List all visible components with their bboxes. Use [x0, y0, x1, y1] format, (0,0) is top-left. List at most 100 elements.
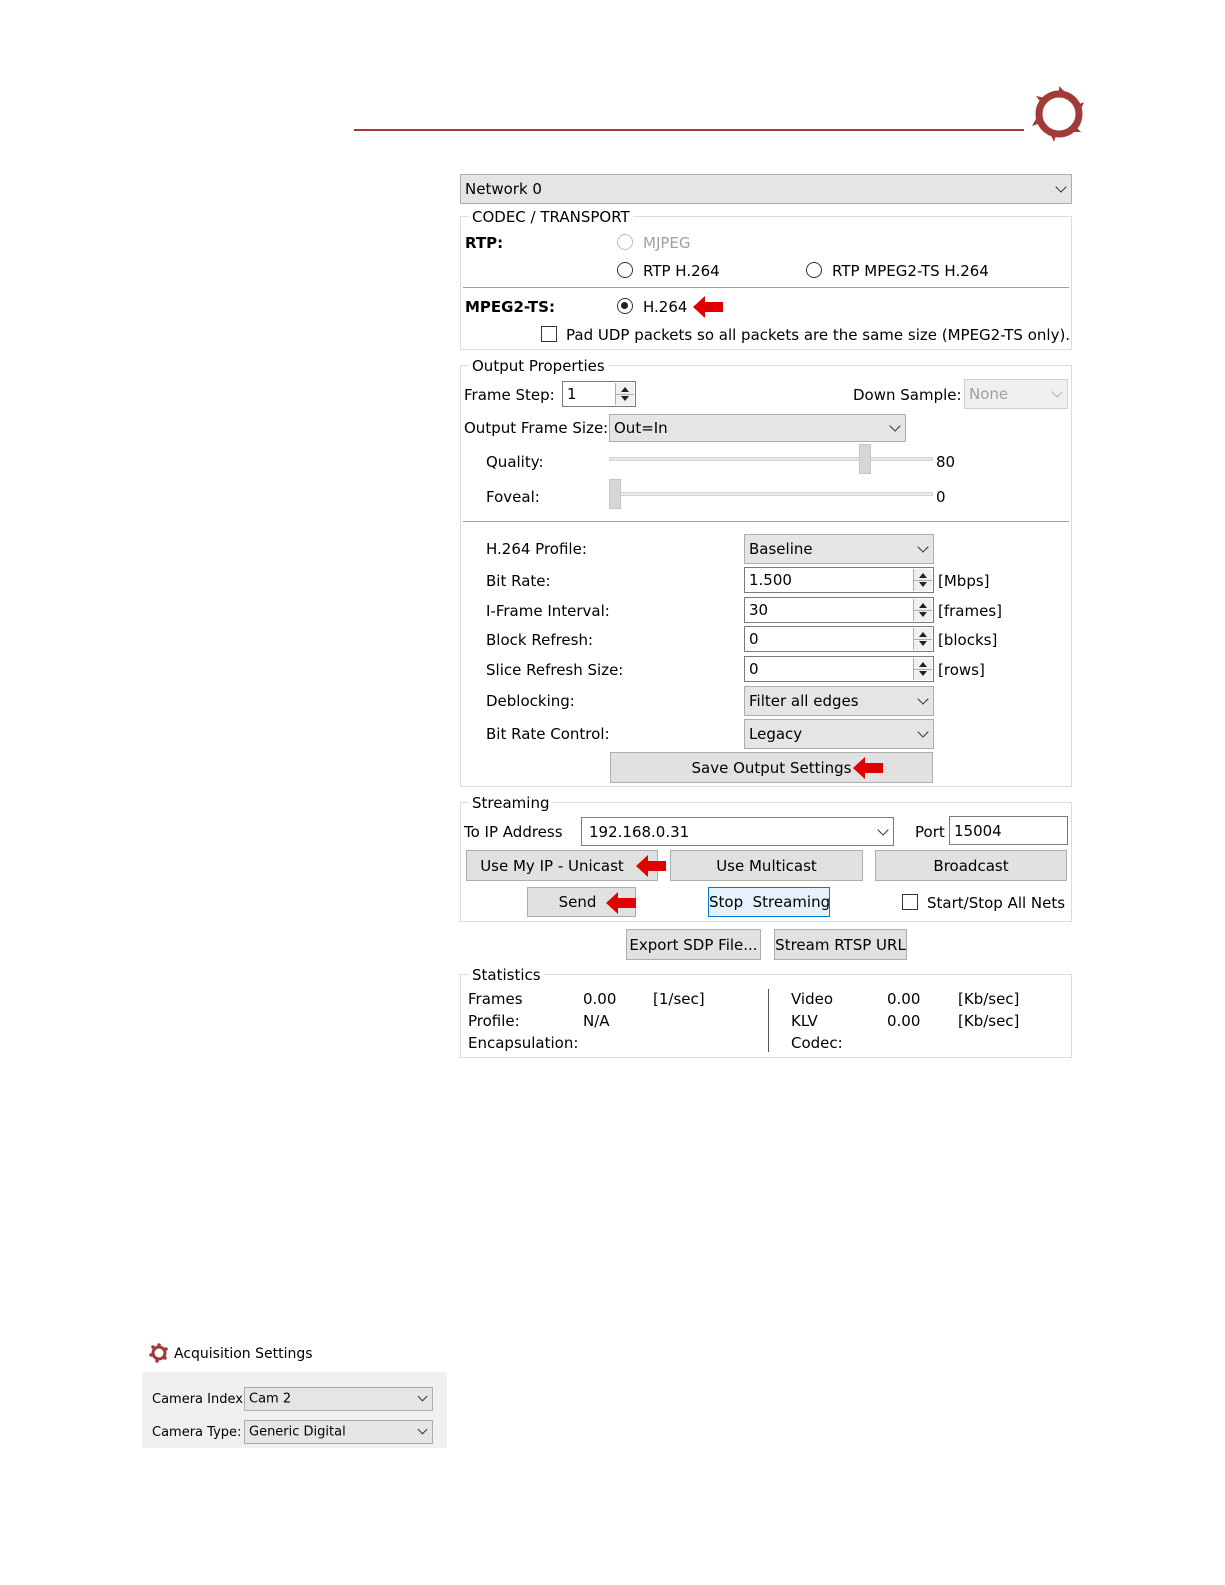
output-frame-size-label: Output Frame Size:	[464, 419, 609, 437]
use-my-ip-unicast-button[interactable]: Use My IP - Unicast	[466, 850, 658, 881]
h264-profile-value: Baseline	[749, 540, 813, 558]
block-refresh-spinner[interactable]: 0	[744, 626, 934, 652]
quality-value: 80	[936, 453, 956, 471]
chevron-down-icon	[1051, 386, 1063, 398]
codec-label: Codec:	[791, 1034, 843, 1052]
rtp-mpeg2ts-h264-radio[interactable]	[806, 262, 822, 278]
start-stop-all-nets-label: Start/Stop All Nets	[927, 894, 1066, 912]
use-multicast-button[interactable]: Use Multicast	[670, 850, 863, 881]
block-refresh-value: 0	[749, 630, 759, 648]
quality-slider-track[interactable]	[609, 457, 933, 461]
video-label: Video	[791, 990, 834, 1008]
header-divider	[354, 129, 1024, 131]
bit-rate-label: Bit Rate:	[486, 572, 551, 590]
down-sample-select[interactable]: None	[964, 379, 1068, 409]
output-frame-size-select[interactable]: Out=In	[609, 414, 906, 442]
down-sample-label: Down Sample:	[853, 386, 962, 404]
mjpeg-label: MJPEG	[643, 234, 691, 252]
bit-rate-spinner[interactable]: 1.500	[744, 567, 934, 593]
bit-rate-unit: [Mbps]	[938, 572, 990, 590]
frame-step-spinner[interactable]: 1	[562, 381, 636, 407]
mpeg2ts-h264-radio[interactable]	[617, 298, 633, 314]
spinner-buttons[interactable]	[913, 658, 932, 680]
mpeg2ts-label: MPEG2-TS:	[465, 298, 555, 316]
profile-value: N/A	[583, 1012, 610, 1030]
iframe-interval-spinner[interactable]: 30	[744, 597, 934, 623]
save-output-settings-label: Save Output Settings	[691, 758, 852, 777]
rtp-h264-label: RTP H.264	[643, 262, 720, 280]
quality-slider-thumb[interactable]	[859, 444, 871, 474]
use-multicast-label: Use Multicast	[716, 856, 817, 875]
klv-value: 0.00	[887, 1012, 921, 1030]
streaming-group-label: Streaming	[469, 794, 553, 812]
use-my-ip-unicast-label: Use My IP - Unicast	[480, 856, 624, 875]
spinner-buttons[interactable]	[913, 599, 932, 621]
slice-refresh-spinner[interactable]: 0	[744, 656, 934, 682]
bit-rate-control-select[interactable]: Legacy	[744, 719, 934, 749]
output-divider	[463, 521, 1069, 522]
port-label: Port	[915, 823, 945, 841]
start-stop-all-nets-checkbox[interactable]	[902, 894, 918, 910]
block-refresh-unit: [blocks]	[938, 631, 998, 649]
frames-label: Frames	[468, 990, 523, 1008]
spinner-buttons[interactable]	[913, 569, 932, 591]
spinner-buttons[interactable]	[615, 383, 634, 405]
encapsulation-label: Encapsulation:	[468, 1034, 579, 1052]
stop-streaming-label: Stop Streaming	[709, 893, 831, 911]
network-select[interactable]: Network 0	[460, 174, 1072, 204]
deblocking-value: Filter all edges	[749, 692, 859, 710]
acquisition-settings-icon	[149, 1343, 168, 1363]
to-ip-address-label: To IP Address	[464, 823, 563, 841]
camera-index-select[interactable]: Cam 2	[244, 1387, 433, 1411]
output-frame-size-value: Out=In	[614, 419, 668, 437]
camera-type-label: Camera Type:	[152, 1425, 242, 1440]
save-output-settings-button[interactable]: Save Output Settings	[610, 752, 933, 783]
chevron-down-icon	[917, 541, 929, 553]
to-ip-address-select[interactable]: 192.168.0.31	[581, 817, 894, 846]
klv-unit: [Kb/sec]	[958, 1012, 1020, 1030]
port-input[interactable]: 15004	[949, 816, 1068, 845]
company-logo-icon	[1032, 86, 1084, 142]
broadcast-button[interactable]: Broadcast	[875, 850, 1067, 881]
export-sdp-file-label: Export SDP File...	[629, 935, 758, 954]
video-unit: [Kb/sec]	[958, 990, 1020, 1008]
codec-group-label: CODEC / TRANSPORT	[469, 208, 633, 226]
camera-type-select[interactable]: Generic Digital	[244, 1420, 433, 1444]
h264-profile-label: H.264 Profile:	[486, 540, 587, 558]
codec-divider	[463, 287, 1069, 288]
stop-streaming-button[interactable]: Stop Streaming	[708, 887, 830, 917]
iframe-interval-label: I-Frame Interval:	[486, 602, 610, 620]
deblocking-select[interactable]: Filter all edges	[744, 686, 934, 716]
down-sample-value: None	[969, 385, 1009, 403]
quality-label: Quality:	[486, 453, 544, 471]
profile-label: Profile:	[468, 1012, 520, 1030]
rtp-h264-radio[interactable]	[617, 262, 633, 278]
video-value: 0.00	[887, 990, 921, 1008]
stream-rtsp-url-button[interactable]: Stream RTSP URL	[774, 929, 907, 960]
acquisition-settings-title: Acquisition Settings	[174, 1346, 313, 1362]
camera-index-label: Camera Index:	[152, 1392, 248, 1407]
statistics-divider	[768, 989, 769, 1052]
output-group-label: Output Properties	[469, 357, 608, 375]
export-sdp-file-button[interactable]: Export SDP File...	[626, 929, 761, 960]
bit-rate-value: 1.500	[749, 571, 792, 589]
chevron-down-icon	[917, 726, 929, 738]
red-arrow-icon	[636, 855, 666, 877]
network-select-value: Network 0	[465, 180, 542, 198]
chevron-down-icon	[1055, 181, 1067, 193]
pad-udp-checkbox[interactable]	[541, 326, 557, 342]
red-arrow-icon	[693, 296, 723, 318]
broadcast-label: Broadcast	[933, 856, 1009, 875]
spinner-buttons[interactable]	[913, 628, 932, 650]
foveal-label: Foveal:	[486, 488, 540, 506]
frames-value: 0.00	[583, 990, 617, 1008]
rtp-label: RTP:	[465, 234, 504, 252]
mjpeg-radio[interactable]	[617, 234, 633, 250]
statistics-group-label: Statistics	[469, 966, 544, 984]
foveal-slider-track[interactable]	[609, 492, 933, 496]
h264-profile-select[interactable]: Baseline	[744, 534, 934, 564]
chevron-down-icon	[417, 1424, 428, 1435]
foveal-slider-thumb[interactable]	[609, 479, 621, 509]
chevron-down-icon	[889, 420, 901, 432]
bit-rate-control-label: Bit Rate Control:	[486, 725, 610, 743]
